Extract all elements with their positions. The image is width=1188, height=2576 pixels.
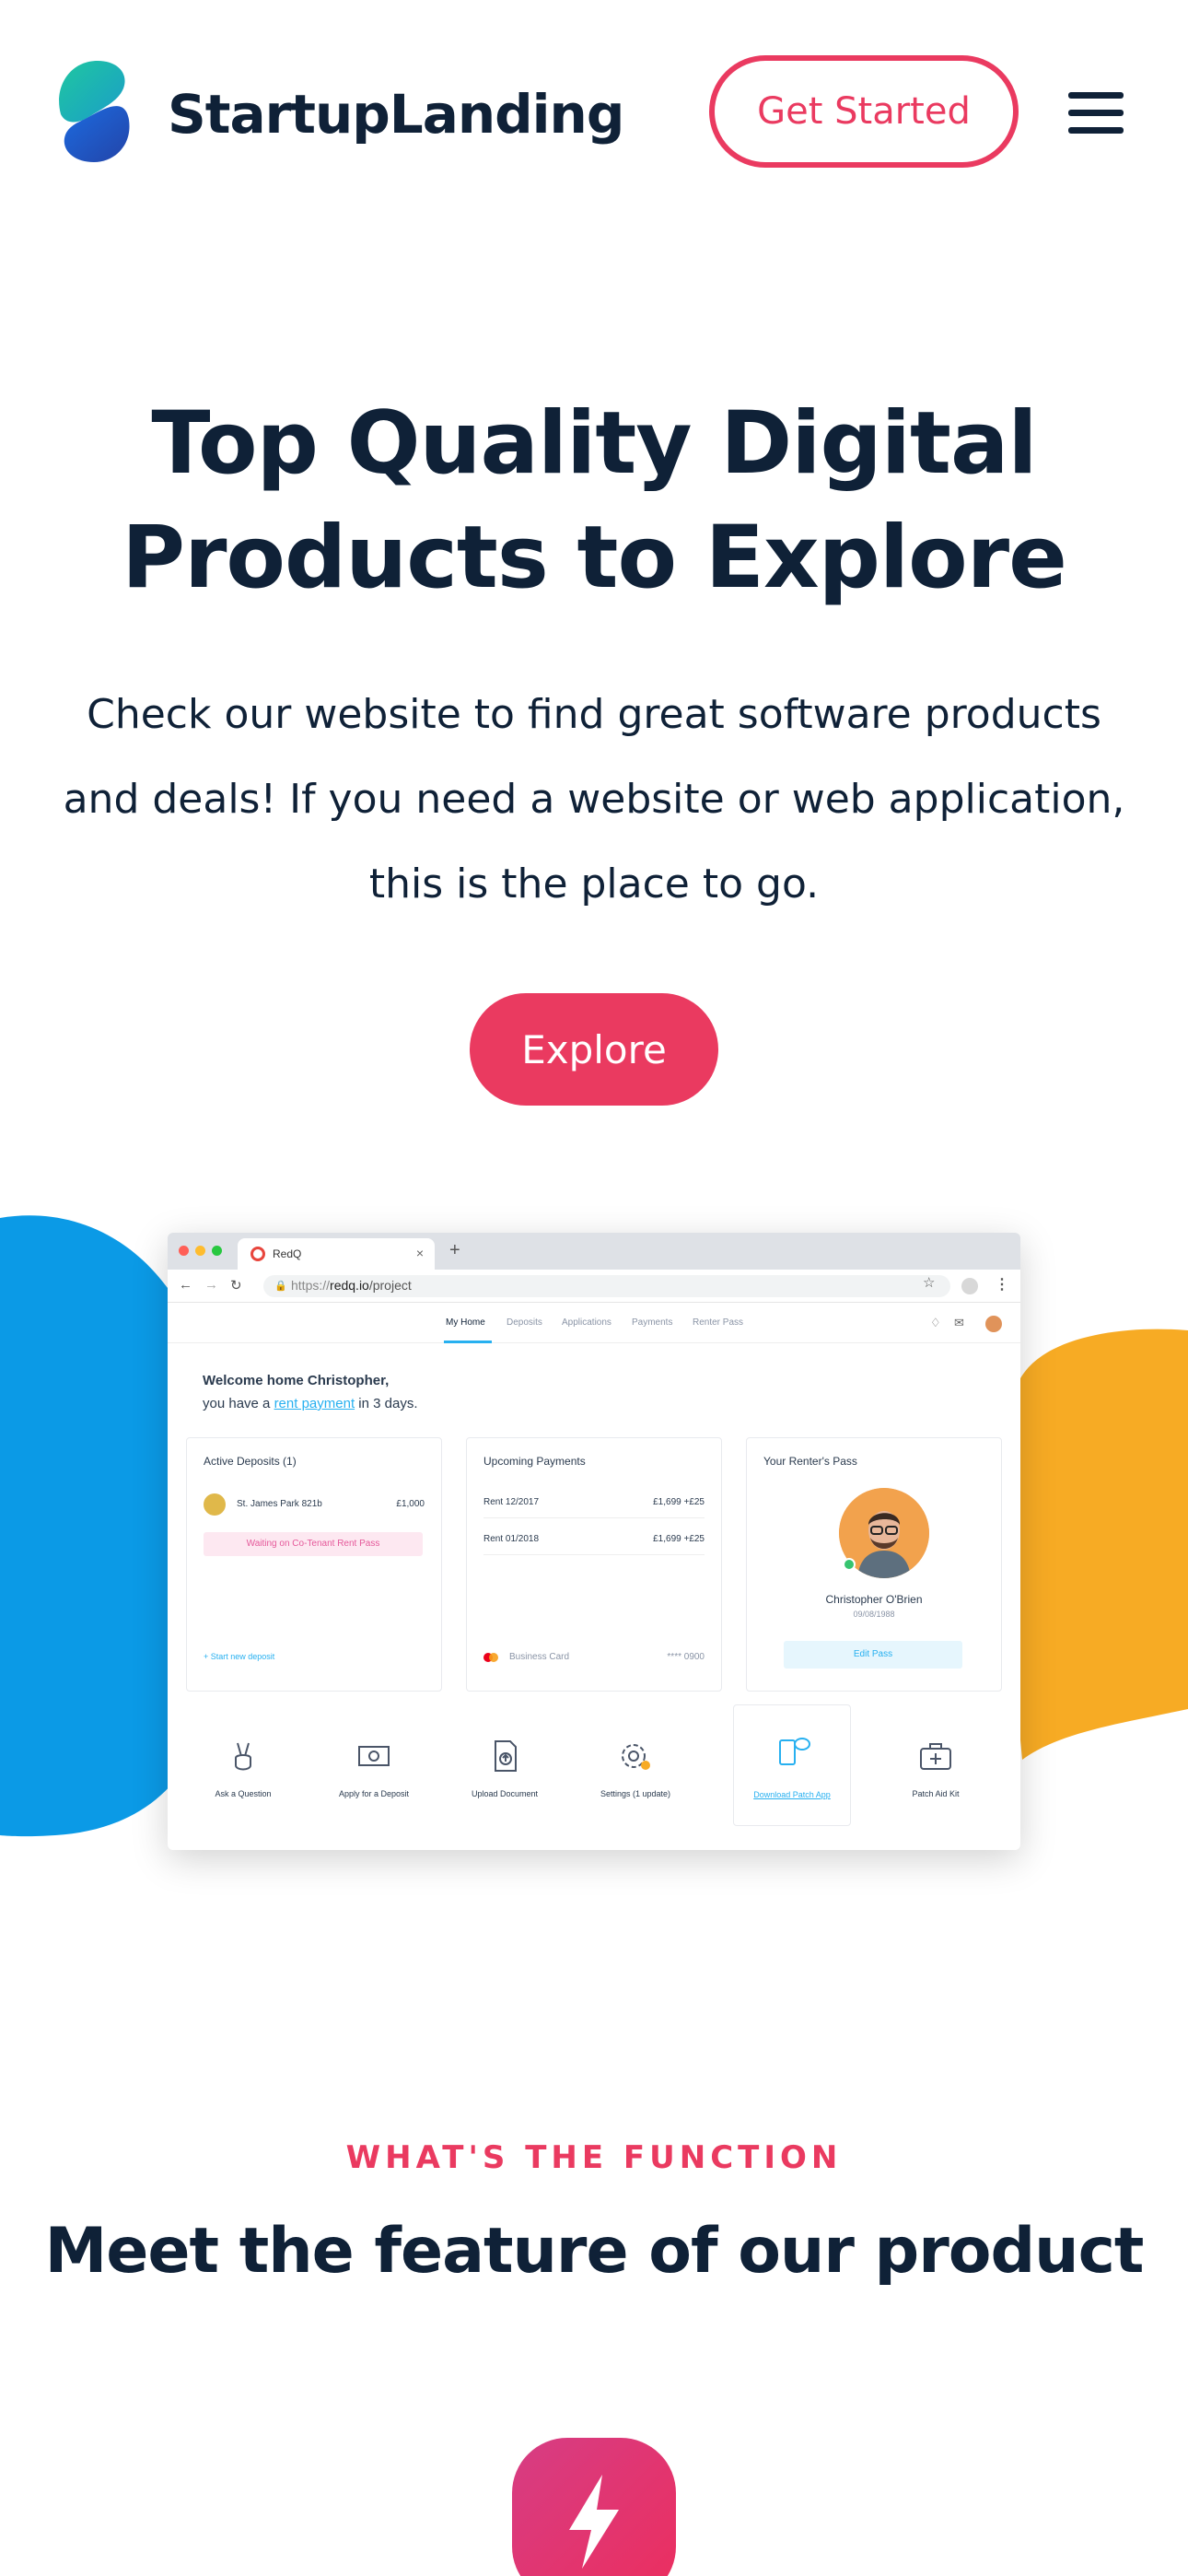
lock-icon: 🔒 <box>274 1281 287 1292</box>
action-ask-question[interactable]: Ask a Question <box>184 1710 302 1830</box>
more-menu-icon[interactable]: ⋮ <box>995 1275 1009 1294</box>
hero-title: Top Quality Digital Products to Explore <box>122 393 1067 608</box>
action-apply-deposit[interactable]: Apply for a Deposit <box>315 1710 433 1830</box>
welcome-message: Welcome home Christopher, you have a ren… <box>203 1373 418 1411</box>
browser-tab-bar: RedQ × + <box>168 1233 1020 1270</box>
start-new-deposit-link[interactable]: + Start new deposit <box>204 1652 274 1661</box>
lightning-bolt-icon <box>569 2475 619 2569</box>
action-upload-document[interactable]: Upload Document <box>446 1710 564 1830</box>
edit-pass-button[interactable]: Edit Pass <box>784 1641 962 1669</box>
action-download-app[interactable]: Download Patch App <box>733 1704 851 1826</box>
forward-arrow-icon[interactable]: → <box>204 1277 218 1293</box>
brand-name[interactable]: StartupLanding <box>168 83 624 146</box>
payment-row[interactable]: Rent 01/2018 £1,699 +£25 <box>483 1534 705 1544</box>
active-tab-underline <box>444 1341 492 1343</box>
deposit-row[interactable]: St. James Park 821b £1,000 <box>204 1493 425 1516</box>
property-thumbnail <box>204 1493 226 1516</box>
redq-favicon-icon <box>250 1247 265 1261</box>
logo-icon[interactable] <box>53 59 131 164</box>
browser-tab[interactable]: RedQ × <box>238 1238 435 1270</box>
explore-button[interactable]: Explore <box>470 993 718 1106</box>
payment-card-row[interactable]: Business Card **** 0900 <box>483 1652 705 1662</box>
section-eyebrow: WHAT'S THE FUNCTION <box>345 2139 843 2176</box>
peace-hand-icon <box>235 1742 251 1771</box>
phone-chat-icon <box>779 1738 810 1765</box>
user-avatar[interactable] <box>985 1316 1002 1332</box>
nav-renter-pass[interactable]: Renter Pass <box>693 1317 743 1328</box>
url-field[interactable]: 🔒 https://redq.io/project <box>263 1275 950 1297</box>
first-aid-kit-icon <box>920 1743 951 1770</box>
upcoming-payments-card: Upcoming Payments Rent 12/2017 £1,699 +£… <box>466 1437 722 1692</box>
dashboard-screenshot: RedQ × + ← → ↻ 🔒 https://redq.io/project… <box>168 1233 1020 1850</box>
tab-close-icon[interactable]: × <box>416 1246 424 1260</box>
get-started-button[interactable]: Get Started <box>709 55 1019 168</box>
reload-icon[interactable]: ↻ <box>230 1277 242 1294</box>
site-header: StartupLanding Get Started <box>0 0 1188 221</box>
profile-icon[interactable] <box>961 1278 978 1294</box>
feature-icon-tile <box>512 2438 676 2576</box>
hero-description: Check our website to find great software… <box>63 691 1125 907</box>
nav-deposits[interactable]: Deposits <box>507 1317 542 1328</box>
action-patch-aid-kit[interactable]: Patch Aid Kit <box>877 1710 995 1830</box>
nav-my-home[interactable]: My Home <box>446 1317 485 1328</box>
browser-address-bar: ← → ↻ 🔒 https://redq.io/project ☆ ⋮ <box>168 1270 1020 1303</box>
money-icon <box>358 1746 390 1766</box>
bookmark-star-icon[interactable]: ☆ <box>923 1274 935 1291</box>
active-deposits-card: Active Deposits (1) St. James Park 821b … <box>186 1437 442 1692</box>
mail-icon[interactable]: ✉ <box>954 1316 964 1330</box>
close-window-dot <box>179 1246 189 1256</box>
new-tab-icon[interactable]: + <box>449 1240 460 1261</box>
rent-payment-link[interactable]: rent payment <box>274 1396 355 1411</box>
gear-icon <box>622 1744 650 1770</box>
deposit-status-badge: Waiting on Co-Tenant Rent Pass <box>204 1532 423 1556</box>
nav-payments[interactable]: Payments <box>632 1317 672 1328</box>
renter-name: Christopher O'Brien <box>825 1593 923 1606</box>
mastercard-icon <box>483 1653 498 1662</box>
bell-icon[interactable]: ♢ <box>930 1316 941 1330</box>
renter-birthdate: 09/08/1988 <box>853 1610 895 1619</box>
minimize-window-dot <box>195 1246 205 1256</box>
app-navigation: My Home Deposits Applications Payments R… <box>168 1303 1020 1343</box>
document-upload-icon <box>495 1740 517 1772</box>
action-settings[interactable]: Settings (1 update) <box>577 1710 694 1830</box>
yellow-blob-shape <box>1007 1329 1188 1760</box>
online-status-icon <box>843 1558 856 1571</box>
quick-actions: Ask a Question Apply for a Deposit Uploa… <box>184 1704 1004 1830</box>
payment-row[interactable]: Rent 12/2017 £1,699 +£25 <box>483 1497 705 1507</box>
back-arrow-icon[interactable]: ← <box>179 1277 192 1293</box>
hamburger-menu-icon[interactable] <box>1068 92 1124 134</box>
renters-pass-card: Your Renter's Pass Christopher O'Brien 0… <box>746 1437 1002 1692</box>
maximize-window-dot <box>212 1246 222 1256</box>
nav-applications[interactable]: Applications <box>562 1317 611 1328</box>
features-title: Meet the feature of our product <box>44 2215 1145 2288</box>
